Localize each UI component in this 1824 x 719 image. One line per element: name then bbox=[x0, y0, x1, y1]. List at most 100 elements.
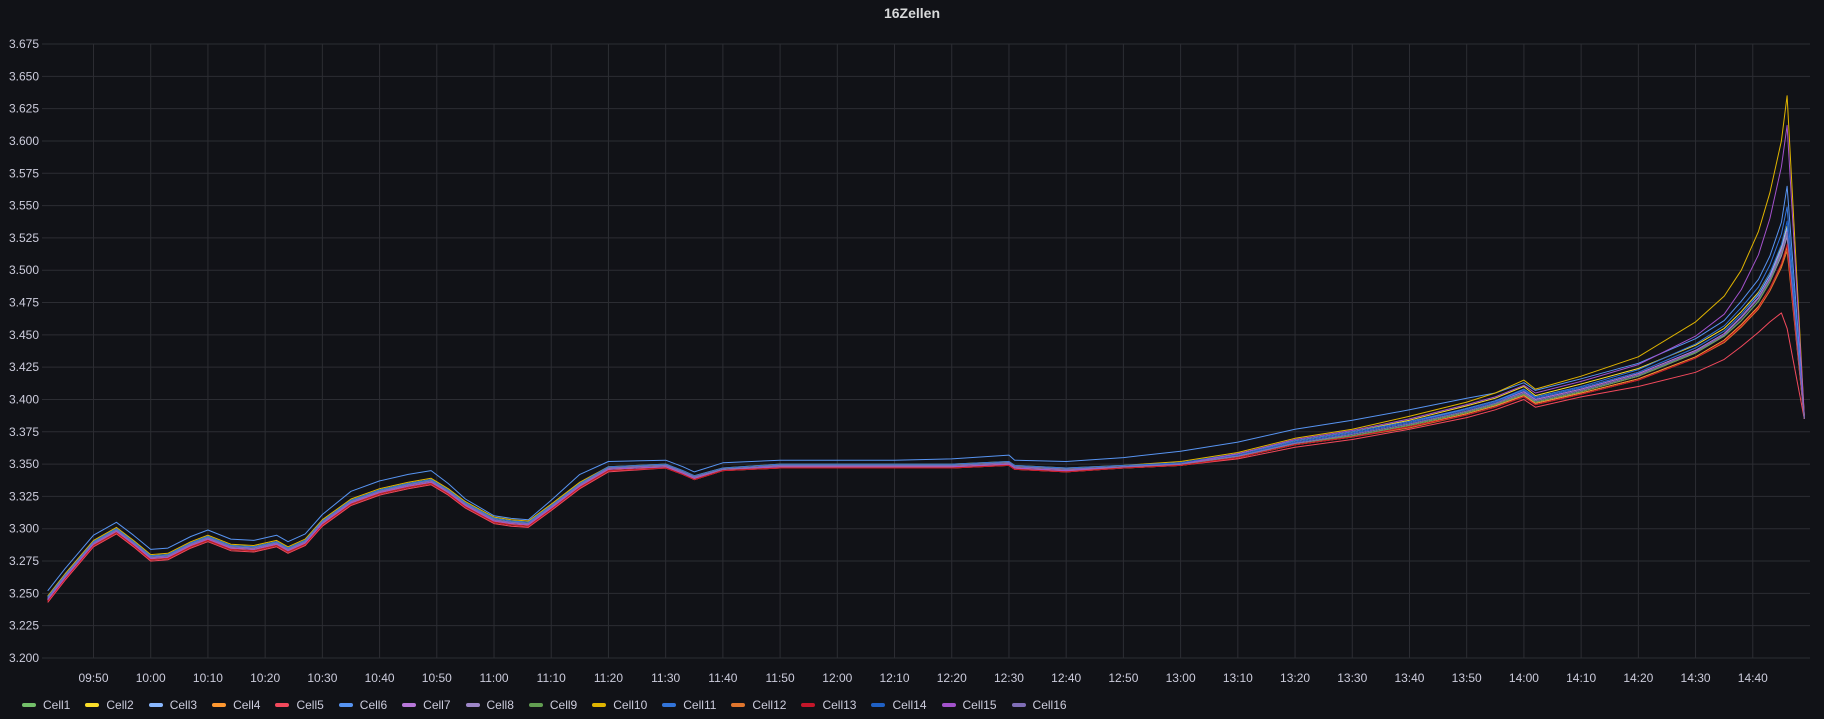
x-tick-label: 11:40 bbox=[708, 671, 737, 685]
legend-swatch bbox=[212, 703, 227, 707]
legend-item-cell15[interactable]: Cell15 bbox=[941, 698, 997, 712]
chart-panel: 16Zellen 3.200 3.225 3.250 3.275 3.300 3.325 3… bbox=[0, 0, 1824, 719]
x-tick-label: 11:20 bbox=[594, 671, 623, 685]
y-tick-label: 3.425 bbox=[9, 360, 39, 374]
x-tick-label: 11:50 bbox=[766, 671, 795, 685]
legend-item-cell9[interactable]: Cell9 bbox=[528, 698, 578, 712]
legend-label: Cell5 bbox=[296, 698, 324, 712]
x-tick-label: 13:10 bbox=[1223, 671, 1253, 685]
x-tick-label: 14:40 bbox=[1738, 671, 1768, 685]
x-tick-label: 10:10 bbox=[193, 671, 223, 685]
legend-swatch bbox=[871, 703, 886, 707]
y-tick-label: 3.225 bbox=[9, 619, 39, 633]
series-line-cell2[interactable] bbox=[47, 225, 1805, 601]
series-line-cell16[interactable] bbox=[47, 232, 1805, 599]
legend-swatch bbox=[592, 703, 607, 707]
series-layer bbox=[47, 95, 1805, 603]
series-line-cell3[interactable] bbox=[47, 227, 1805, 599]
x-tick-label: 12:00 bbox=[822, 671, 852, 685]
y-tick-label: 3.675 bbox=[9, 37, 39, 51]
legend-swatch bbox=[402, 703, 417, 707]
y-tick-label: 3.275 bbox=[9, 554, 39, 568]
y-tick-label: 3.450 bbox=[9, 328, 39, 342]
x-tick-label: 14:00 bbox=[1509, 671, 1539, 685]
legend-label: Cell8 bbox=[486, 698, 514, 712]
legend-swatch bbox=[275, 703, 290, 707]
legend-label: Cell12 bbox=[752, 698, 787, 712]
x-tick-label: 13:50 bbox=[1452, 671, 1482, 685]
legend-label: Cell10 bbox=[613, 698, 648, 712]
y-tick-label: 3.325 bbox=[9, 489, 39, 503]
x-tick-label: 14:30 bbox=[1681, 671, 1711, 685]
x-tick-label: 10:00 bbox=[136, 671, 166, 685]
x-tick-label: 14:10 bbox=[1566, 671, 1596, 685]
y-tick-label: 3.250 bbox=[9, 586, 39, 600]
legend-label: Cell4 bbox=[233, 698, 261, 712]
x-tick-label: 12:30 bbox=[994, 671, 1024, 685]
series-line-cell12[interactable] bbox=[47, 250, 1805, 601]
legend-item-cell5[interactable]: Cell5 bbox=[275, 698, 324, 712]
x-tick-label: 09:50 bbox=[78, 671, 108, 685]
series-line-cell10[interactable] bbox=[47, 95, 1805, 597]
series-line-cell4[interactable] bbox=[47, 246, 1805, 602]
y-tick-label: 3.200 bbox=[9, 651, 39, 665]
legend-item-cell12[interactable]: Cell12 bbox=[731, 698, 786, 712]
series-line-cell1[interactable] bbox=[47, 234, 1805, 598]
x-tick-label: 11:10 bbox=[537, 671, 566, 685]
y-tick-label: 3.375 bbox=[9, 425, 39, 439]
legend-label: Cell1 bbox=[43, 698, 71, 712]
legend-item-cell13[interactable]: Cell13 bbox=[801, 698, 856, 712]
legend-item-cell11[interactable]: Cell11 bbox=[662, 698, 716, 712]
x-tick-label: 12:10 bbox=[880, 671, 910, 685]
series-line-cell14[interactable] bbox=[47, 220, 1805, 599]
x-tick-label: 13:00 bbox=[1166, 671, 1196, 685]
x-tick-label: 13:40 bbox=[1394, 671, 1424, 685]
series-line-cell9[interactable] bbox=[47, 232, 1805, 598]
legend-swatch bbox=[941, 703, 956, 707]
legend-label: Cell2 bbox=[106, 698, 134, 712]
legend-item-cell4[interactable]: Cell4 bbox=[212, 698, 260, 712]
x-tick-label: 12:50 bbox=[1108, 671, 1138, 685]
x-tick-label: 12:20 bbox=[937, 671, 967, 685]
series-line-cell8[interactable] bbox=[47, 236, 1805, 601]
legend-swatch bbox=[528, 703, 543, 707]
series-line-cell13[interactable] bbox=[47, 243, 1805, 602]
legend-swatch bbox=[85, 703, 100, 707]
legend-item-cell16[interactable]: Cell16 bbox=[1011, 698, 1067, 712]
legend-item-cell10[interactable]: Cell10 bbox=[592, 698, 647, 712]
y-tick-label: 3.475 bbox=[9, 296, 39, 310]
x-tick-label: 10:20 bbox=[250, 671, 280, 685]
legend-item-cell3[interactable]: Cell3 bbox=[148, 698, 198, 712]
legend-swatch bbox=[1011, 703, 1026, 707]
legend-label: Cell15 bbox=[962, 698, 997, 712]
legend-item-cell2[interactable]: Cell2 bbox=[85, 698, 134, 712]
legend-label: Cell3 bbox=[169, 698, 198, 712]
x-tick-label: 13:20 bbox=[1280, 671, 1310, 685]
legend-item-cell1[interactable]: Cell1 bbox=[22, 698, 70, 712]
y-tick-label: 3.600 bbox=[9, 134, 39, 148]
series-line-cell7[interactable] bbox=[47, 230, 1805, 599]
y-tick-label: 3.575 bbox=[9, 166, 39, 180]
y-tick-label: 3.300 bbox=[9, 522, 39, 536]
legend-swatch bbox=[22, 703, 36, 707]
legend-label: Cell11 bbox=[683, 698, 717, 712]
legend: Cell1 Cell2 Cell3 Cell4 Cell5 Cell6 Cell7 Cell8… bbox=[22, 696, 1082, 714]
y-tick-label: 3.550 bbox=[9, 199, 39, 213]
x-tick-label: 10:40 bbox=[365, 671, 395, 685]
x-tick-label: 14:20 bbox=[1623, 671, 1653, 685]
legend-swatch bbox=[801, 703, 816, 707]
series-line-cell6[interactable] bbox=[47, 185, 1805, 592]
grid-layer bbox=[42, 43, 1810, 659]
x-tick-label: 13:30 bbox=[1337, 671, 1367, 685]
legend-label: Cell9 bbox=[549, 698, 578, 712]
series-line-cell5[interactable] bbox=[47, 312, 1805, 603]
legend-swatch bbox=[338, 703, 353, 707]
legend-item-cell14[interactable]: Cell14 bbox=[871, 698, 927, 712]
legend-item-cell8[interactable]: Cell8 bbox=[465, 698, 514, 712]
legend-item-cell7[interactable]: Cell7 bbox=[402, 698, 451, 712]
x-tick-label: 10:50 bbox=[422, 671, 452, 685]
x-axis: 09:50 10:00 10:10 10:20 10:30 10:40 10:50 11:00… bbox=[78, 671, 1768, 685]
legend-item-cell6[interactable]: Cell6 bbox=[338, 698, 387, 712]
legend-label: Cell14 bbox=[892, 698, 927, 712]
line-chart: 3.200 3.225 3.250 3.275 3.300 3.325 3.350 3.375… bbox=[9, 37, 1810, 685]
